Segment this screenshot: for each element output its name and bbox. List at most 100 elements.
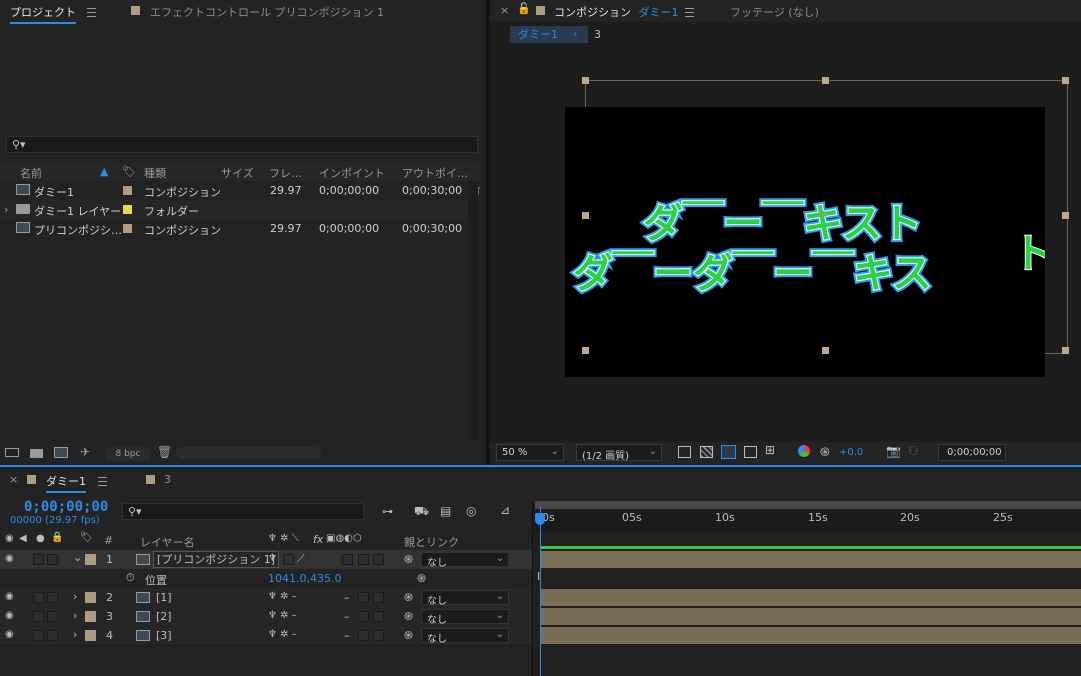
fx-switch[interactable]: [342, 554, 353, 565]
layer-duration-bar-1[interactable]: [540, 551, 1081, 568]
transform-handle[interactable]: [582, 212, 589, 219]
transform-handle[interactable]: [582, 77, 589, 84]
work-area-bar[interactable]: [535, 501, 1081, 509]
panel-menu-icon[interactable]: [98, 477, 107, 486]
column-in-point[interactable]: インポイント: [319, 165, 385, 181]
quality-switch-icon[interactable]: ⟋: [297, 552, 305, 566]
chevron-down-icon[interactable]: ⌄: [73, 551, 82, 564]
frame-blend-switch[interactable]: [358, 554, 369, 565]
shy-switch-icon[interactable]: ♆: [268, 553, 277, 564]
frame-blend-switch[interactable]: [358, 611, 369, 622]
breadcrumb-next[interactable]: 3: [594, 28, 601, 41]
lock-icon[interactable]: 🔓: [517, 2, 531, 15]
parent-dropdown[interactable]: なし ⌄: [421, 628, 509, 645]
column-name[interactable]: 名前: [20, 165, 42, 181]
stopwatch-icon[interactable]: ⏱: [126, 571, 135, 585]
playhead-handle[interactable]: [535, 513, 545, 525]
layer-duration-bar-3[interactable]: [540, 608, 1081, 625]
solo-toggle[interactable]: [47, 611, 58, 622]
audio-toggle[interactable]: [33, 611, 44, 622]
collapse-switch[interactable]: [283, 554, 294, 565]
transform-handle[interactable]: [1062, 212, 1069, 219]
timeline-search-input[interactable]: ⚲▾: [122, 503, 364, 520]
timeline-splitter[interactable]: [532, 501, 533, 676]
transform-handle[interactable]: [1062, 347, 1069, 354]
tab-project[interactable]: プロジェクト: [10, 4, 76, 24]
solo-toggle[interactable]: [47, 630, 58, 641]
panel-menu-icon[interactable]: [87, 8, 96, 17]
eye-toggle-icon[interactable]: ◉: [5, 610, 14, 621]
position-property-row[interactable]: ⏱ 位置 1041.0,435.0 ֍: [0, 569, 532, 589]
current-time-display[interactable]: 0;00;00;00: [24, 499, 108, 515]
parent-dropdown[interactable]: なし ⌄: [421, 552, 509, 569]
composition-mini-flowchart-icon[interactable]: ⊶: [382, 505, 393, 518]
layer-duration-bar-4[interactable]: [540, 627, 1081, 644]
shy-switch-icon[interactable]: ♆ ✲ –: [268, 591, 297, 602]
fx-switch-dash[interactable]: –: [344, 629, 350, 642]
region-of-interest-icon[interactable]: [744, 446, 757, 458]
trash-icon[interactable]: 🗑: [157, 445, 172, 459]
composition-viewer[interactable]: ダ￣ー￣キスト ダ￣ー￣キスト ダ￣ーダ￣ー￣キス ダ￣ーダ￣ー￣キス ト ⊕: [490, 48, 1081, 440]
position-value[interactable]: 1041.0,435.0: [268, 572, 341, 585]
zoom-dropdown[interactable]: 50 % ⌄: [496, 444, 564, 461]
audio-toggle[interactable]: [33, 554, 44, 565]
label-tag-icon[interactable]: 🏷: [122, 165, 136, 178]
tab-comp-3[interactable]: 3: [164, 473, 171, 486]
graph-editor-icon[interactable]: ⊿: [500, 503, 510, 517]
layer-row-2[interactable]: ◉ › 2 [1] ♆ ✲ – – ֍ なし ⌄: [0, 588, 532, 608]
mask-visibility-icon[interactable]: [721, 445, 736, 459]
tab-composition[interactable]: コンポジション ダミー1: [554, 4, 679, 20]
project-h-scrollbar[interactable]: [176, 447, 322, 459]
3d-switch[interactable]: [373, 592, 384, 603]
eye-toggle-icon[interactable]: ◉: [5, 591, 14, 602]
pick-whip-icon[interactable]: ֍: [404, 628, 413, 643]
audio-toggle[interactable]: [33, 630, 44, 641]
layer-label-swatch[interactable]: [85, 554, 96, 565]
shy-switch-icon[interactable]: ♆ ✲ –: [268, 610, 297, 621]
column-out-point[interactable]: アウトポイ…: [402, 165, 468, 181]
expression-pick-whip-icon[interactable]: ֍: [417, 571, 426, 586]
channel-icon[interactable]: [798, 445, 810, 457]
3d-switch[interactable]: [373, 630, 384, 641]
3d-switch[interactable]: [373, 611, 384, 622]
chevron-right-icon[interactable]: ›: [4, 203, 8, 216]
interpret-footage-icon[interactable]: [5, 448, 19, 457]
motion-blur-icon[interactable]: ◎: [466, 504, 476, 518]
solo-toggle[interactable]: [47, 554, 58, 565]
fx-switch-dash[interactable]: –: [344, 610, 350, 623]
timecode-field[interactable]: 0;00;00;00: [938, 444, 1006, 461]
audio-toggle[interactable]: [33, 592, 44, 603]
frame-blend-switch[interactable]: [358, 592, 369, 603]
project-item-row[interactable]: プリコンポジシ… コンポジション 29.97 0;00;00;00 0;00;3…: [0, 219, 468, 238]
item-label-swatch[interactable]: [123, 205, 132, 214]
eye-toggle-icon[interactable]: ◉: [5, 553, 14, 564]
layer-name[interactable]: [3]: [156, 629, 172, 642]
grid-guides-icon[interactable]: ⊞: [765, 443, 775, 457]
layer-name-header[interactable]: レイヤー名: [140, 534, 195, 550]
close-icon[interactable]: ×: [9, 473, 18, 486]
item-label-swatch[interactable]: [123, 224, 132, 233]
resolution-dropdown[interactable]: (1/2 画質) ⌄: [576, 444, 662, 462]
layer-duration-bar-2[interactable]: [540, 589, 1081, 606]
column-frame-rate[interactable]: フレ…: [269, 165, 302, 181]
panel-splitter[interactable]: [486, 0, 490, 465]
tab-timeline-comp[interactable]: ダミー1: [46, 473, 86, 493]
layer-row-3[interactable]: ◉ › 3 [2] ♆ ✲ – – ֍ なし ⌄: [0, 607, 532, 627]
bit-depth-button[interactable]: 8 bpc: [106, 447, 150, 461]
exposure-value[interactable]: +0.0: [839, 447, 863, 458]
pick-whip-icon[interactable]: ֍: [404, 552, 413, 567]
pick-whip-icon[interactable]: ֍: [404, 609, 413, 624]
project-scrollbar[interactable]: [468, 181, 478, 439]
eye-toggle-icon[interactable]: ◉: [5, 629, 14, 640]
render-queue-icon[interactable]: ✈: [80, 445, 90, 459]
tab-footage[interactable]: フッテージ (なし): [730, 4, 819, 20]
playhead-line[interactable]: [540, 507, 541, 676]
new-folder-icon[interactable]: [30, 449, 43, 458]
transform-handle[interactable]: [582, 347, 589, 354]
frame-blending-icon[interactable]: ▤: [440, 504, 451, 518]
layer-label-swatch[interactable]: [85, 611, 96, 622]
new-composition-icon[interactable]: [54, 447, 68, 458]
solo-toggle[interactable]: [47, 592, 58, 603]
3d-switch[interactable]: [373, 554, 384, 565]
parent-link-header[interactable]: 親とリンク: [404, 534, 459, 550]
